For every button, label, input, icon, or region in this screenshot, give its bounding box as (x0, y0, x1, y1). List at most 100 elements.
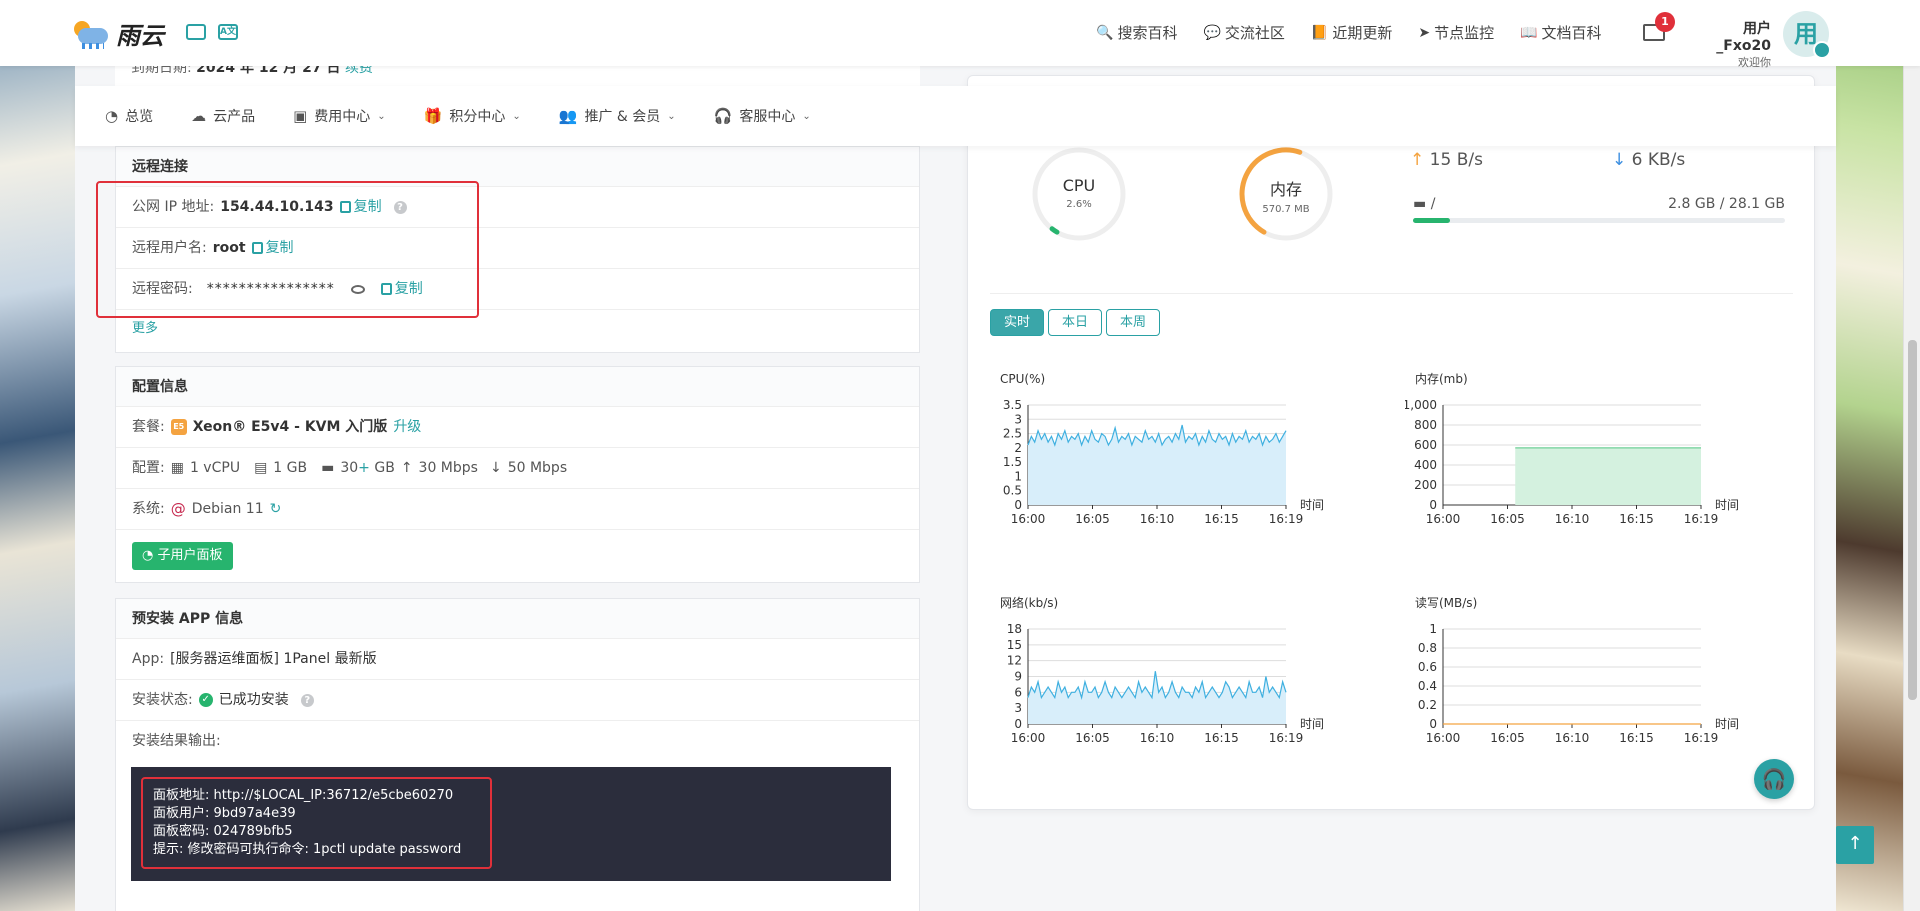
top-nav: 🔍 搜索百科 💬 交流社区 📙 近期更新 ➤ 节点监控 📖 文档百科 (1096, 22, 1602, 43)
top-nav-label: 搜索百科 (1117, 24, 1178, 42)
x-tick-label: 16:00 (1011, 512, 1046, 526)
disk-io-chart: 读写(MB/s) 0 0.2 0.4 0.6 0.8 1 16:00 16:05 16:10 16:… (1415, 596, 1739, 745)
top-nav-item[interactable]: ➤ 节点监控 (1418, 22, 1494, 43)
y-tick-label: 15 (1007, 638, 1022, 652)
check-icon: ✓ (198, 693, 213, 707)
subnav-label: 总览 (125, 109, 154, 125)
chart-title: 内存(mb) (1415, 372, 1468, 386)
chart-title: 网络(kb/s) (1000, 595, 1058, 610)
page-scrollbar[interactable] (1903, 0, 1920, 911)
y-tick-label: 0 (1429, 717, 1437, 731)
users-icon: 👥 (558, 107, 578, 125)
upload-arrow-icon: ↑ (400, 459, 413, 476)
subnav-item[interactable]: ☁ 云产品 (191, 106, 255, 126)
subnav-item[interactable]: ▣ 费用中心 ⌄ (293, 106, 386, 126)
upgrade-link[interactable]: 升级 (393, 407, 421, 448)
y-tick-label: 2.5 (1003, 427, 1022, 441)
y-tick-label: 6 (1014, 685, 1022, 699)
top-nav-item[interactable]: 💬 交流社区 (1203, 22, 1284, 43)
logo-cloud-icon (72, 19, 110, 49)
user-info[interactable]: 用户_Fxo20 欢迎你 (1695, 18, 1771, 70)
x-tick-label: 16:15 (1204, 731, 1239, 745)
x-axis-label: 时间 (1300, 498, 1324, 512)
x-axis-label: 时间 (1715, 498, 1739, 512)
renew-link[interactable]: 续费 (345, 66, 373, 76)
x-tick-label: 16:00 (1426, 512, 1461, 526)
x-tick-label: 16:15 (1619, 512, 1654, 526)
y-tick-label: 1,000 (1405, 398, 1437, 412)
disk-icon: ▬ (321, 459, 335, 476)
subuser-row: ◔ 子用户面板 (116, 530, 919, 582)
top-header: 雨云 A文 🔍 搜索百科 💬 交流社区 📙 近期更新 ➤ 节点监控 📖 文档百科 1 用户_Fxo… (0, 0, 1920, 69)
cpu-value: 1 vCPU (189, 459, 241, 476)
top-nav-item[interactable]: 🔍 搜索百科 (1096, 22, 1177, 43)
memory-chart: 内存(mb) 0 200 400 600 800 1,000 16:00 16:05 16:10 1… (1405, 372, 1739, 526)
y-tick-label: 0.5 (1003, 484, 1022, 498)
subuser-panel-button[interactable]: ◔ 子用户面板 (132, 542, 233, 570)
x-tick-label: 16:19 (1684, 512, 1719, 526)
tab-0[interactable]: 实时 (990, 309, 1045, 336)
plan-row: 套餐: E5 Xeon® E5v4 - KVM 入门版 升级 (116, 407, 919, 448)
os-value: Debian 11 (191, 500, 264, 517)
x-tick-label: 16:19 (1684, 731, 1719, 745)
x-tick-label: 16:05 (1490, 512, 1525, 526)
plan-value: Xeon® E5v4 - KVM 入门版 (192, 418, 388, 435)
x-tick-label: 16:00 (1011, 731, 1046, 745)
time-range-tabs: 实时 本日 本周 (990, 309, 1161, 336)
scrollbar-thumb[interactable] (1908, 340, 1917, 700)
disk-usage: ▬ / 2.8 GB / 28.1 GB (1413, 196, 1785, 223)
avatar[interactable]: 用 (1783, 11, 1831, 59)
disk-value: 30+ GB (340, 459, 395, 476)
subnav-item[interactable]: ◔ 总览 (105, 106, 153, 126)
upload-arrow-icon: ↑ (1410, 150, 1425, 170)
download-speed: ↓ 6 KB/s (1612, 150, 1686, 170)
docs-icon: 📖 (1520, 24, 1538, 41)
chart-title: CPU(%) (1000, 372, 1045, 386)
subnav-item[interactable]: 👥 推广 & 会员 ⌄ (559, 106, 676, 126)
x-tick-label: 16:05 (1075, 512, 1110, 526)
help-icon[interactable]: ? (300, 693, 314, 707)
highlight-box-remote (96, 181, 479, 318)
logo[interactable]: 雨云 (72, 16, 164, 51)
output-label-row: 安装结果输出: (116, 721, 919, 762)
ram-icon: ▤ (254, 459, 268, 476)
customer-support-icon[interactable]: 🎧 (1754, 759, 1794, 799)
disk-usage-value: 2.8 GB / 28.1 GB (1668, 196, 1785, 212)
spec-label: 配置: (132, 459, 165, 476)
os-row: 系统: @ Debian 11 ↻ (116, 489, 919, 530)
subnav-item[interactable]: 🎁 积分中心 ⌄ (424, 106, 521, 126)
network-chart: 网络(kb/s) 0 3 69 12 15 18 16:00 16:05 16:10 16:15 16… (1000, 595, 1324, 745)
y-tick-label: 3.5 (1003, 398, 1022, 412)
back-to-top-button[interactable]: ↑ (1836, 826, 1874, 864)
tab-2[interactable]: 本周 (1106, 309, 1161, 336)
x-tick-label: 16:10 (1140, 512, 1175, 526)
x-tick-label: 16:05 (1490, 731, 1525, 745)
notification-badge: 1 (1655, 12, 1675, 32)
install-status-value: 已成功安装 (218, 691, 289, 708)
top-nav-item[interactable]: 📖 文档百科 (1520, 22, 1601, 43)
tab-1[interactable]: 本日 (1048, 309, 1103, 336)
chevron-down-icon: ⌄ (377, 110, 386, 122)
image-icon[interactable] (186, 24, 206, 40)
highlight-box-output (141, 777, 492, 869)
translate-icon[interactable]: A文 (218, 24, 238, 40)
cloud-icon: ☁ (191, 107, 207, 125)
y-tick-label: 0 (1014, 498, 1022, 512)
chart-title: 读写(MB/s) (1415, 596, 1477, 610)
community-icon: 💬 (1203, 24, 1221, 41)
search-icon: 🔍 (1096, 24, 1114, 41)
subnav-label: 客服中心 (739, 109, 796, 125)
x-tick-label: 16:19 (1269, 512, 1304, 526)
upload-speed: ↑ 15 B/s (1410, 150, 1483, 170)
y-tick-label: 1 (1429, 622, 1437, 636)
x-axis-label: 时间 (1300, 717, 1324, 731)
download-arrow-icon: ↓ (1612, 150, 1627, 170)
subnav-item[interactable]: 🎧 客服中心 ⌄ (714, 106, 811, 126)
disk-plus-link[interactable]: + (358, 460, 370, 476)
reinstall-refresh-icon[interactable]: ↻ (270, 489, 282, 530)
mail-icon[interactable]: 1 (1643, 12, 1675, 41)
y-tick-label: 0.6 (1418, 660, 1437, 674)
updates-icon: 📙 (1310, 24, 1329, 41)
os-label: 系统: (132, 500, 165, 517)
top-nav-item[interactable]: 📙 近期更新 (1311, 22, 1392, 43)
